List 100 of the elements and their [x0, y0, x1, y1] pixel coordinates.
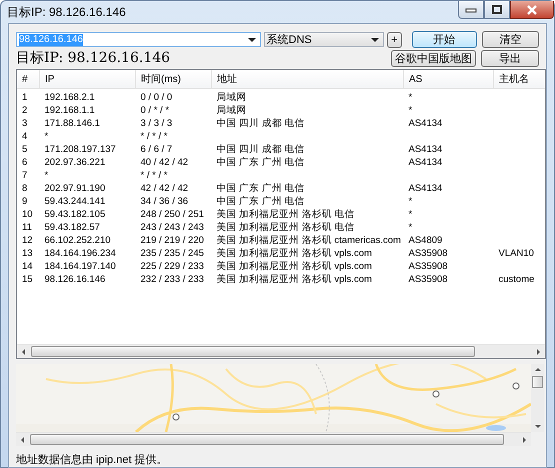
dns-dropdown[interactable]: 系统DNS	[264, 32, 384, 47]
column-header[interactable]: #	[17, 70, 40, 88]
table-cell: 中国 广东 广州 电信	[216, 183, 304, 194]
scroll-thumb[interactable]	[31, 346, 475, 357]
table-cell: 15	[22, 274, 33, 285]
table-cell: VLAN10	[498, 248, 534, 259]
table-cell: 202.97.91.190	[44, 183, 106, 194]
table-cell: 59.43.182.105	[44, 209, 106, 220]
table-cell: 中国 四川 成都 电信	[216, 144, 304, 155]
table-cell: * / * / *	[140, 170, 168, 181]
table-cell: 171.88.146.1	[44, 118, 100, 129]
table-cell: AS4134	[408, 118, 442, 129]
table-cell: 10	[22, 209, 33, 220]
table-cell: 184.164.196.234	[44, 248, 116, 259]
table-cell: 42 / 42 / 42	[140, 183, 188, 194]
table-cell: *	[44, 170, 48, 181]
table-cell: 局域网	[216, 92, 246, 103]
add-button[interactable]: +	[386, 32, 402, 48]
table-cell: 66.102.252.210	[44, 235, 111, 246]
button[interactable]: 谷歌中国版地图	[391, 50, 476, 66]
minimize-icon	[465, 6, 477, 12]
minimize-button[interactable]	[458, 1, 484, 19]
table-cell: 4	[22, 131, 28, 142]
close-button[interactable]	[510, 1, 554, 19]
table-cell: 12	[22, 235, 33, 246]
table-cell: 14	[22, 261, 33, 272]
table-cell: 0 / * / *	[140, 105, 170, 116]
table-cell: *	[44, 131, 48, 142]
table-cell: *	[408, 209, 412, 220]
scroll-right-icon[interactable]	[521, 436, 527, 442]
table-cell: 中国 广东 广州 电信	[216, 157, 304, 168]
maximize-icon	[491, 4, 503, 14]
vertical-scrollbar[interactable]	[531, 364, 544, 432]
table-cell: 美国 加利福尼亚州 洛杉矶 vpls.com	[216, 274, 372, 285]
table-cell: AS4134	[408, 157, 442, 168]
table-cell: 7	[22, 170, 28, 181]
table-cell: 美国 加利福尼亚州 洛杉矶 ctamericas.com	[216, 235, 401, 246]
table-cell: 184.164.197.140	[44, 261, 116, 272]
start-button[interactable]: 开始	[412, 31, 477, 48]
target-ip-label: 目标IP: 98.126.16.146	[16, 49, 170, 67]
scroll-thumb[interactable]	[532, 376, 543, 388]
scroll-left-icon[interactable]	[21, 348, 27, 354]
table-cell: 192.168.1.1	[44, 105, 95, 116]
table-cell: 9	[22, 196, 28, 207]
table-cell: 6 / 6 / 7	[140, 144, 172, 155]
table-cell: 219 / 219 / 220	[140, 235, 204, 246]
column-header[interactable]: AS	[404, 70, 494, 88]
horizontal-scrollbar[interactable]	[16, 432, 531, 446]
table-cell: 0 / 0 / 0	[140, 92, 172, 103]
column-header[interactable]: 时间(ms)	[136, 70, 212, 88]
table-cell: 2	[22, 105, 28, 116]
table-cell: *	[408, 92, 412, 103]
table-cell: *	[408, 196, 412, 207]
table-cell: 248 / 250 / 251	[140, 209, 204, 220]
column-header[interactable]: IP	[40, 70, 136, 88]
table-cell: 5	[22, 144, 28, 155]
table-cell: 34 / 36 / 36	[140, 196, 188, 207]
table-cell: AS4134	[408, 144, 442, 155]
table-cell: * / * / *	[140, 131, 168, 142]
table-cell: AS4134	[408, 183, 442, 194]
table-cell: 59.43.182.57	[44, 222, 100, 233]
button[interactable]: 清空	[482, 31, 539, 48]
table-cell: 232 / 233 / 233	[140, 274, 204, 285]
scroll-down-icon[interactable]	[534, 423, 540, 429]
table-cell: 中国 四川 成都 电信	[216, 118, 304, 129]
scroll-left-icon[interactable]	[20, 436, 26, 442]
table-cell: 192.168.2.1	[44, 92, 95, 103]
column-header[interactable]: 地址	[212, 70, 404, 88]
table-cell: 202.97.36.221	[44, 157, 106, 168]
table-cell: 235 / 235 / 245	[140, 248, 204, 259]
column-header[interactable]: 主机名	[494, 70, 545, 88]
table-cell: 11	[22, 222, 32, 233]
table-cell: 171.208.197.137	[44, 144, 116, 155]
scroll-thumb[interactable]	[30, 434, 504, 445]
table-cell: *	[408, 222, 412, 233]
button[interactable]: 导出	[481, 50, 539, 66]
table-cell: 中国 广东 广州 电信	[216, 196, 304, 207]
table-cell: AS35908	[408, 274, 448, 285]
table-cell: AS35908	[408, 248, 448, 259]
table-cell: 59.43.244.141	[44, 196, 106, 207]
table-cell: AS35908	[408, 261, 448, 272]
table-cell: 局域网	[216, 105, 246, 116]
table-cell: 98.126.16.146	[44, 274, 106, 285]
window-title: 目标IP: 98.126.16.146	[7, 4, 126, 21]
table-cell: 美国 加利福尼亚州 洛杉矶 vpls.com	[216, 248, 372, 259]
table-cell: custome	[498, 274, 534, 285]
table-cell: 8	[22, 183, 28, 194]
table-cell: 13	[22, 248, 33, 259]
table-cell: AS4809	[408, 235, 442, 246]
table-cell: 6	[22, 157, 28, 168]
scroll-up-icon[interactable]	[534, 367, 540, 373]
table-cell: 美国 加利福尼亚州 洛杉矶 电信	[216, 209, 354, 220]
scroll-right-icon[interactable]	[535, 348, 541, 354]
status-text: 地址数据信息由 ipip.net 提供。	[16, 453, 169, 467]
table-cell: *	[408, 105, 412, 116]
table-cell: 40 / 42 / 42	[140, 157, 188, 168]
table-cell: 243 / 243 / 243	[140, 222, 204, 233]
table-cell: 1	[22, 92, 28, 103]
maximize-button[interactable]	[484, 1, 510, 19]
horizontal-scrollbar[interactable]	[17, 344, 545, 358]
